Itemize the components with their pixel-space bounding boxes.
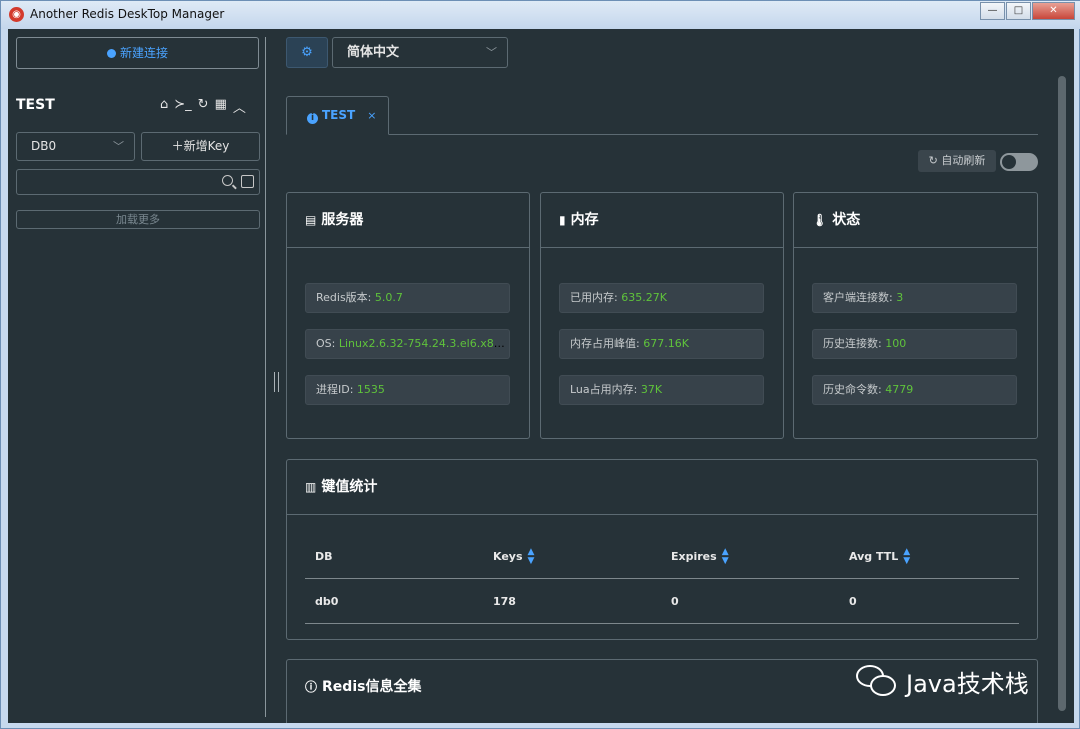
server-card: ▤ 服务器 Redis版本: 5.0.7 OS: Linux2.6.32-754.…	[286, 192, 530, 439]
process-id-item: 进程ID: 1535	[305, 375, 510, 405]
load-more-button[interactable]: 加载更多	[16, 210, 260, 229]
home-icon[interactable]: ⌂	[160, 97, 168, 116]
close-button[interactable]: ✕	[1032, 2, 1075, 20]
settings-button[interactable]: ⚙	[286, 37, 328, 68]
gear-icon: ⚙	[301, 45, 313, 60]
column-header-keys[interactable]: Keys ▲ ▼	[483, 534, 534, 579]
auto-refresh-label[interactable]: ↻ 自动刷新	[918, 150, 996, 172]
language-value: 简体中文	[347, 45, 400, 60]
watermark-text: Java技术栈	[906, 669, 1029, 698]
chevron-down-icon: ﹀	[486, 46, 497, 59]
sort-icon[interactable]: ▲ ▼	[722, 548, 729, 566]
exact-search-checkbox[interactable]	[241, 175, 254, 188]
new-connection-label: 新建连接	[119, 46, 168, 60]
db-select[interactable]: DB0 ﹀	[16, 132, 135, 161]
key-stats-table: DB Keys ▲ ▼ Expires ▲ ▼ Avg TTL ▲ ▼ db0 178 0 …	[305, 534, 1019, 624]
title-bar[interactable]: ◉ Another Redis DeskTop Manager — □ ✕	[1, 1, 1080, 29]
memory-card-header: ▮ 内存	[541, 193, 783, 248]
redis-info-title: Redis信息全集	[322, 679, 422, 695]
window-controls: — □ ✕	[979, 2, 1075, 20]
tab-strip	[286, 134, 1038, 135]
connection-name[interactable]: TEST	[16, 97, 55, 113]
main-panel: ⚙ 简体中文 ﹀ i TEST × ↻ 自动刷新 ▤ 服务器 Redis版本: 5.0…	[286, 29, 1066, 723]
thermometer-icon: 🌡	[812, 213, 828, 227]
column-header-expires[interactable]: Expires ▲ ▼	[661, 534, 729, 579]
minimize-button[interactable]: —	[980, 2, 1005, 20]
wechat-icon	[856, 663, 898, 699]
os-item: OS: Linux2.6.32-754.24.3.el6.x86_6...	[305, 329, 510, 359]
add-circle-icon	[106, 49, 116, 58]
search-icon[interactable]	[222, 175, 233, 186]
info-icon: i	[307, 113, 318, 124]
status-card: 🌡 状态 客户端连接数: 3 历史连接数: 100 历史命令数: 4779	[793, 192, 1038, 439]
tab-test[interactable]: i TEST ×	[286, 96, 389, 135]
cell-db: db0	[315, 595, 339, 608]
bar-chart-icon: ▥	[305, 480, 317, 494]
peak-memory-item: 内存占用峰值: 677.16K	[559, 329, 764, 359]
status-card-title: 状态	[832, 212, 861, 228]
redis-version-item: Redis版本: 5.0.7	[305, 283, 510, 313]
info-icon: ⓘ	[305, 680, 318, 694]
cell-keys: 178	[493, 595, 516, 608]
server-icon: ▤	[305, 213, 317, 227]
status-card-header: 🌡 状态	[794, 193, 1037, 248]
lua-memory-item: Lua占用内存: 37K	[559, 375, 764, 405]
resize-handle[interactable]	[274, 372, 279, 392]
add-key-label: 新增Key	[183, 139, 230, 153]
sidebar-divider	[265, 37, 266, 717]
refresh-icon[interactable]: ↻	[198, 97, 209, 116]
server-card-header: ▤ 服务器	[287, 193, 529, 248]
db-select-value: DB0	[31, 139, 57, 153]
cell-avg-ttl: 0	[849, 595, 857, 608]
auto-refresh-text: 自动刷新	[941, 154, 986, 167]
watermark: Java技术栈	[856, 663, 1029, 699]
add-key-button[interactable]: ＋新增Key	[141, 132, 260, 161]
main-scrollbar[interactable]	[1058, 76, 1066, 716]
key-stats-card: ▥ 键值统计 DB Keys ▲ ▼ Expires ▲ ▼ Avg TTL ▲ ▼ db0 …	[286, 459, 1038, 640]
maximize-button[interactable]: □	[1006, 2, 1031, 20]
sidebar: 新建连接 TEST ⌂ ≻_ ↻ ▦ ︿ DB0 ﹀ ＋新增Key 加载更多	[8, 29, 268, 723]
key-stats-header: ▥ 键值统计	[287, 460, 1037, 515]
table-header-row: DB Keys ▲ ▼ Expires ▲ ▼ Avg TTL ▲ ▼	[305, 534, 1019, 579]
key-stats-title: 键值统计	[321, 479, 378, 495]
server-card-title: 服务器	[321, 212, 364, 228]
tab-label: TEST	[322, 108, 356, 122]
sort-icon[interactable]: ▲ ▼	[903, 548, 910, 566]
auto-refresh-toggle[interactable]	[1000, 153, 1038, 171]
window-title: Another Redis DeskTop Manager	[30, 7, 225, 21]
connection-actions: ⌂ ≻_ ↻ ▦ ︿	[160, 97, 246, 116]
key-search-input[interactable]	[16, 169, 260, 195]
used-memory-item: 已用内存: 635.27K	[559, 283, 764, 313]
redis-logo-icon: ◉	[9, 7, 24, 22]
app-window: ◉ Another Redis DeskTop Manager — □ ✕ 新建…	[0, 0, 1080, 729]
column-header-avg-ttl[interactable]: Avg TTL ▲ ▼	[839, 534, 910, 579]
refresh-icon: ↻	[928, 154, 942, 167]
table-row: db0 178 0 0	[305, 579, 1019, 624]
grid-icon[interactable]: ▦	[215, 97, 227, 116]
column-header-db[interactable]: DB	[305, 534, 333, 579]
sort-icon[interactable]: ▲ ▼	[528, 548, 535, 566]
memory-icon: ▮	[559, 213, 566, 227]
language-select[interactable]: 简体中文 ﹀	[332, 37, 508, 68]
memory-card: ▮ 内存 已用内存: 635.27K 内存占用峰值: 677.16K Lua占用内…	[540, 192, 784, 439]
client-connections-item: 客户端连接数: 3	[812, 283, 1017, 313]
collapse-icon[interactable]: ︿	[233, 97, 246, 116]
new-connection-button[interactable]: 新建连接	[16, 37, 259, 69]
close-tab-icon[interactable]: ×	[367, 109, 376, 122]
cell-expires: 0	[671, 595, 679, 608]
terminal-icon[interactable]: ≻_	[174, 97, 191, 116]
total-connections-item: 历史连接数: 100	[812, 329, 1017, 359]
memory-card-title: 内存	[570, 212, 599, 228]
chevron-down-icon: ﹀	[113, 140, 124, 153]
total-commands-item: 历史命令数: 4779	[812, 375, 1017, 405]
client-area: 新建连接 TEST ⌂ ≻_ ↻ ▦ ︿ DB0 ﹀ ＋新增Key 加载更多 ⚙…	[8, 29, 1074, 723]
scrollbar-thumb[interactable]	[1058, 76, 1066, 711]
plus-icon: ＋	[171, 139, 184, 153]
